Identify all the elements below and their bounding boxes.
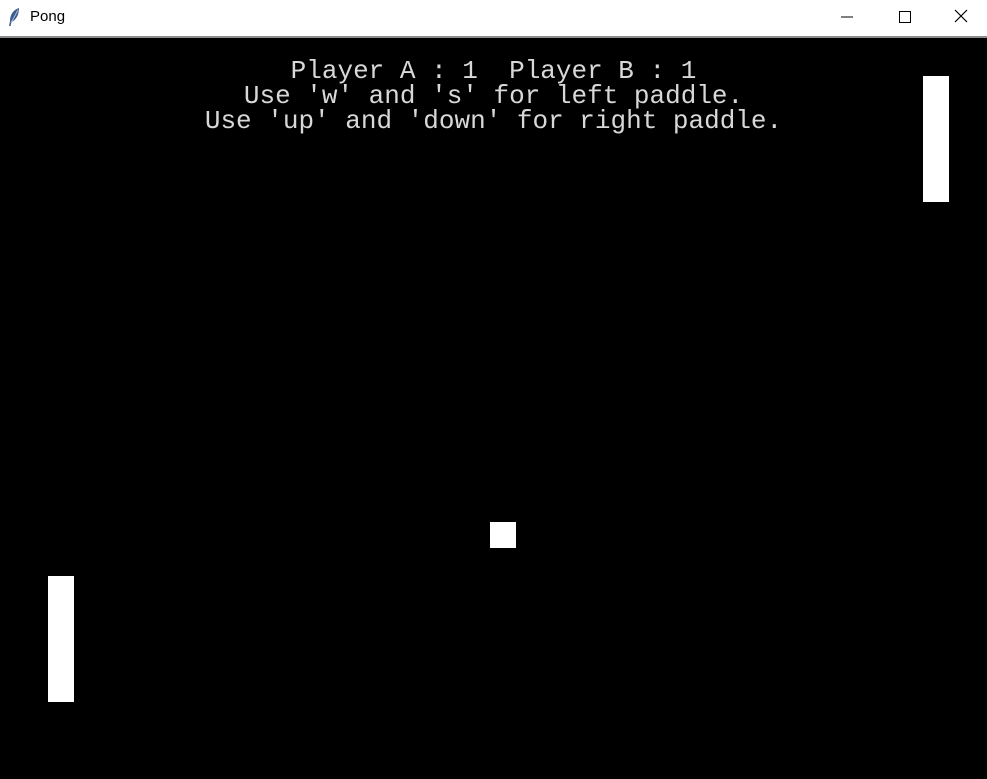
title-bar[interactable]: Pong bbox=[0, 0, 987, 38]
game-canvas[interactable]: Player A : 1 Player B : 1 Use 'w' and 's… bbox=[0, 38, 987, 779]
minimize-button[interactable] bbox=[818, 0, 876, 34]
right-paddle bbox=[923, 76, 949, 202]
close-icon bbox=[954, 8, 968, 27]
maximize-button[interactable] bbox=[876, 0, 934, 34]
window-title: Pong bbox=[30, 8, 66, 25]
ball bbox=[490, 522, 516, 548]
maximize-icon bbox=[899, 8, 911, 27]
minimize-icon bbox=[841, 8, 853, 27]
right-paddle-help-text: Use 'up' and 'down' for right paddle. bbox=[204, 106, 783, 136]
pong-window: Pong Player A : 1 Player B : 1 Use 'w' a… bbox=[0, 0, 987, 779]
feather-icon bbox=[7, 7, 21, 27]
left-paddle bbox=[48, 576, 74, 702]
close-button[interactable] bbox=[934, 0, 987, 34]
